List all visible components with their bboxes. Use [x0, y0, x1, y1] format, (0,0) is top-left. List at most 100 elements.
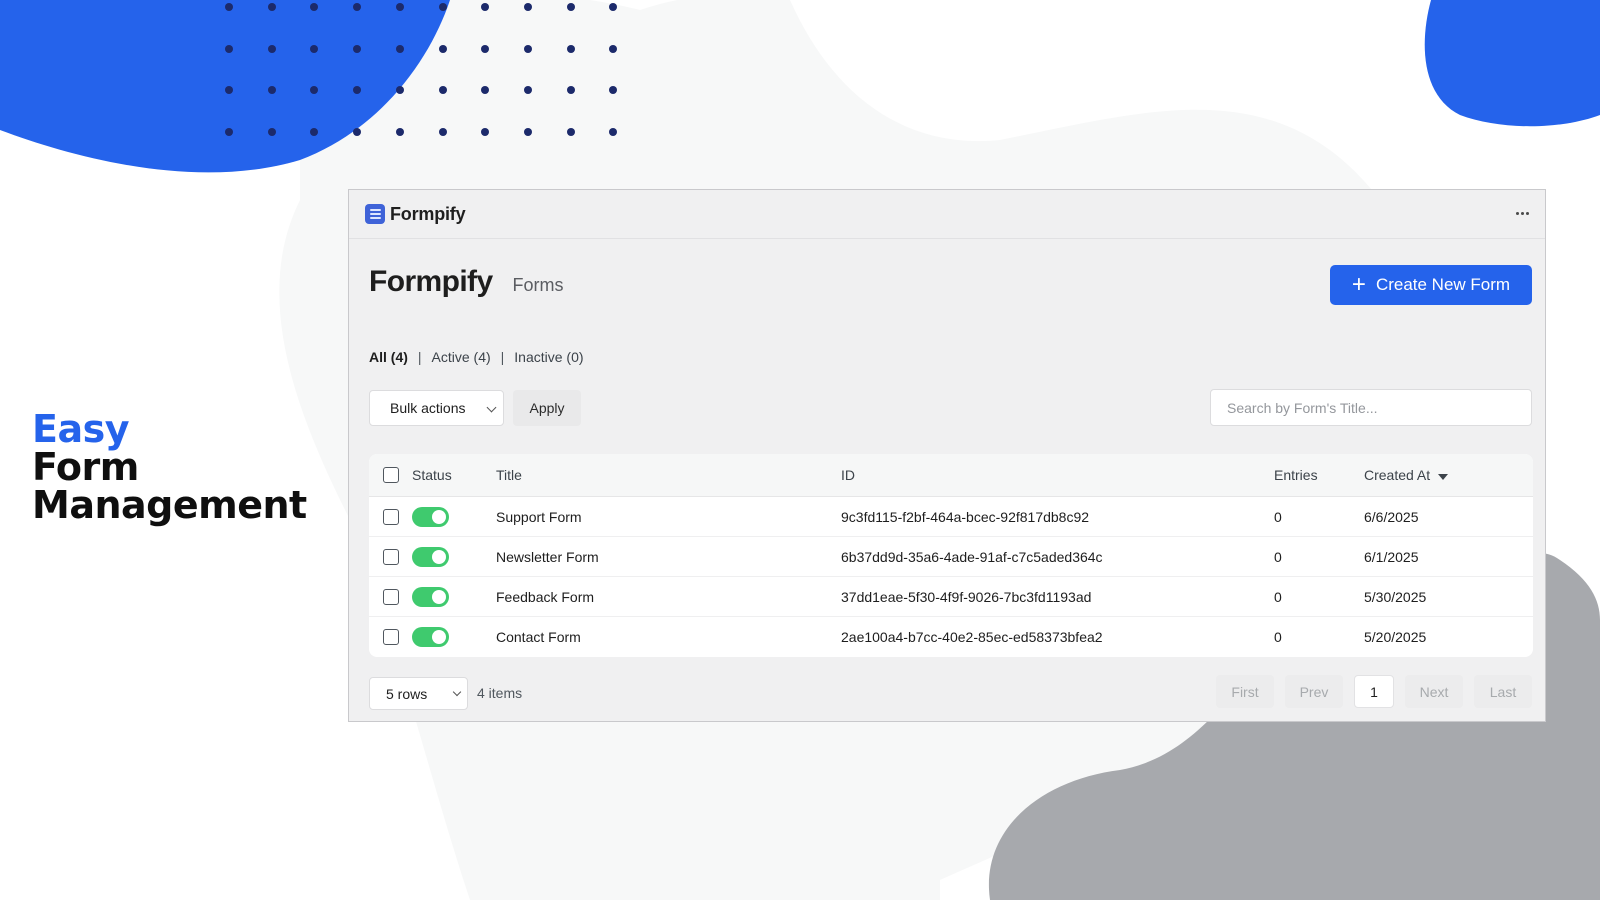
column-header-title: Title	[496, 467, 522, 483]
forms-table: Status Title ID Entries Created At Suppo…	[369, 454, 1533, 657]
decorative-dot	[225, 86, 233, 94]
decorative-dot	[353, 127, 362, 136]
decorative-dot	[523, 127, 532, 136]
status-toggle[interactable]	[412, 586, 449, 607]
status-toggle[interactable]	[412, 506, 449, 527]
formpify-logo-icon	[365, 204, 385, 224]
decorative-dot	[353, 3, 362, 11]
decorative-dot	[566, 44, 575, 53]
search-input[interactable]	[1210, 389, 1532, 426]
rows-per-page-select[interactable]: 5 rows	[369, 677, 468, 710]
form-entries: 0	[1274, 629, 1282, 645]
decorative-dot	[438, 86, 447, 94]
decorative-dot	[481, 127, 490, 136]
items-count: 4 items	[477, 685, 523, 701]
decorative-dot	[609, 86, 618, 94]
form-title[interactable]: Support Form	[496, 497, 582, 536]
decorative-dot	[523, 3, 532, 11]
decorative-dot	[353, 44, 362, 53]
decorative-dot	[523, 44, 532, 53]
decorative-dot	[395, 44, 404, 53]
decorative-dot	[395, 86, 404, 94]
current-page-button[interactable]: 1	[1354, 675, 1394, 708]
more-horizontal-icon	[1515, 211, 1519, 215]
last-page-button[interactable]: Last	[1474, 675, 1532, 708]
decorative-dot	[609, 44, 618, 53]
decorative-dot	[225, 127, 233, 136]
decorative-dot	[353, 86, 362, 94]
form-entries: 0	[1274, 588, 1282, 605]
decorative-dot	[438, 44, 447, 53]
breadcrumb: Forms	[512, 275, 564, 295]
filter-all[interactable]: All (4)	[369, 349, 408, 365]
more-options-button[interactable]	[1511, 204, 1533, 222]
form-created-at: 6/1/2025	[1364, 548, 1419, 565]
decorative-dot	[609, 3, 618, 11]
chevron-down-icon	[486, 402, 497, 413]
prev-page-button[interactable]: Prev	[1285, 675, 1343, 708]
bulk-actions-select[interactable]: Bulk actions	[369, 390, 504, 426]
form-title[interactable]: Feedback Form	[496, 577, 594, 616]
status-toggle[interactable]	[412, 546, 449, 567]
blue-blob-top-right	[1424, 0, 1600, 127]
decorative-dot	[310, 86, 319, 94]
column-header-entries: Entries	[1274, 467, 1318, 483]
row-checkbox[interactable]	[383, 588, 399, 605]
form-entries: 0	[1274, 548, 1282, 565]
dot-grid-decoration	[225, 3, 620, 136]
next-page-button[interactable]: Next	[1405, 675, 1463, 708]
decorative-dot	[267, 127, 276, 136]
form-id: 6b37dd9d-35a6-4ade-91af-c7c5aded364c	[841, 548, 1103, 565]
form-title[interactable]: Newsletter Form	[496, 537, 599, 576]
form-created-at: 6/6/2025	[1364, 508, 1419, 525]
decorative-dot	[438, 127, 447, 136]
decorative-dot	[481, 86, 490, 94]
filter-active[interactable]: Active (4)	[432, 349, 491, 365]
form-id: 9c3fd115-f2bf-464a-bcec-92f817db8c92	[841, 508, 1090, 525]
create-new-form-label: Create New Form	[1375, 275, 1511, 294]
status-filter-links: All (4) | Active (4) | Inactive (0)	[369, 349, 584, 365]
filter-inactive[interactable]: Inactive (0)	[514, 349, 583, 365]
decorative-dot	[481, 44, 490, 53]
row-checkbox[interactable]	[383, 629, 399, 645]
column-header-created-at[interactable]: Created At	[1364, 454, 1449, 496]
form-created-at: 5/20/2025	[1364, 629, 1427, 645]
decorative-dot	[267, 44, 276, 53]
form-created-at: 5/30/2025	[1364, 588, 1427, 605]
create-new-form-button[interactable]: + Create New Form	[1330, 265, 1532, 305]
decorative-dot	[438, 3, 447, 11]
tagline-line-1: Easy	[32, 407, 129, 451]
created-at-label: Created At	[1364, 467, 1431, 483]
table-header-row: Status Title ID Entries Created At	[369, 454, 1533, 497]
form-title[interactable]: Contact Form	[496, 617, 581, 657]
marketing-tagline: Easy Form Management	[32, 410, 307, 524]
rows-per-page-label: 5 rows	[386, 685, 428, 702]
window-title: Formpify	[390, 203, 466, 224]
decorative-dot	[481, 3, 490, 11]
plus-icon: +	[1351, 271, 1366, 298]
select-all-checkbox[interactable]	[383, 467, 399, 483]
sort-down-icon[interactable]	[1438, 473, 1449, 480]
row-checkbox[interactable]	[383, 508, 399, 525]
column-header-status: Status	[412, 467, 452, 483]
row-checkbox[interactable]	[383, 548, 399, 565]
app-window: Formpify Formpify Forms + Create New For…	[348, 189, 1546, 722]
chevron-down-icon	[452, 687, 462, 697]
form-id: 2ae100a4-b7cc-40e2-85ec-ed58373bfea2	[841, 629, 1103, 645]
table-row: Contact Form 2ae100a4-b7cc-40e2-85ec-ed5…	[369, 617, 1533, 657]
decorative-dot	[310, 44, 319, 53]
decorative-dot	[395, 127, 404, 136]
first-page-button[interactable]: First	[1216, 675, 1274, 708]
table-row: Newsletter Form 6b37dd9d-35a6-4ade-91af-…	[369, 537, 1533, 577]
decorative-dot	[267, 86, 276, 94]
decorative-dot	[566, 127, 575, 136]
decorative-dot	[523, 86, 532, 94]
pagination: First Prev 1 Next Last	[1216, 675, 1532, 708]
tagline-line-2: Form	[32, 445, 139, 489]
bulk-actions-label: Bulk actions	[390, 400, 466, 416]
window-titlebar: Formpify	[349, 190, 1545, 239]
apply-button[interactable]: Apply	[513, 390, 581, 426]
tagline-line-3: Management	[32, 483, 307, 527]
decorative-dot	[609, 127, 618, 136]
status-toggle[interactable]	[412, 627, 449, 647]
